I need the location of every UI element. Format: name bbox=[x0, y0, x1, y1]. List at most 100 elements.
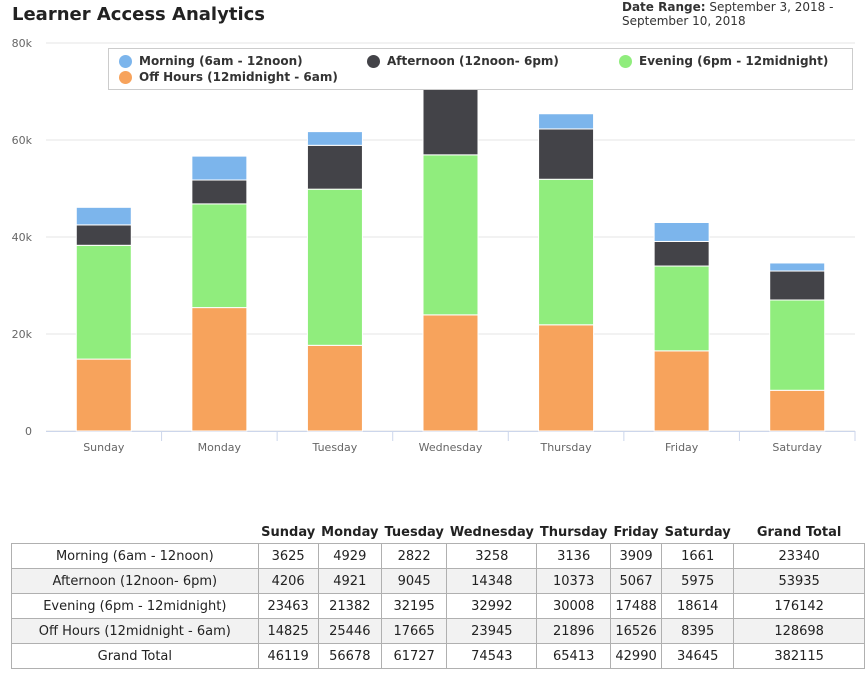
table-row: Evening (6pm - 12midnight) 23463 21382 3219… bbox=[11, 593, 865, 619]
legend-label-afternoon: Afternoon (12noon- 6pm) bbox=[387, 54, 559, 68]
x-tick-label: Sunday bbox=[83, 441, 125, 454]
table-row: Afternoon (12noon- 6pm) 4206 4921 9045 14348… bbox=[11, 568, 865, 594]
x-tick-label: Saturday bbox=[772, 441, 822, 454]
bar-segment-off-hours bbox=[769, 389, 826, 432]
table-cell: 61727 bbox=[380, 643, 448, 669]
table-row: Morning (6am - 12noon) 3625 4929 2822 3258 31… bbox=[11, 543, 865, 569]
x-tick-label: Friday bbox=[665, 441, 699, 454]
row-label: Evening (6pm - 12midnight) bbox=[11, 593, 259, 619]
bar-segment-afternoon bbox=[422, 84, 479, 156]
table-cell: 2822 bbox=[380, 543, 448, 569]
bar-segment-evening bbox=[191, 203, 248, 309]
x-tick-label: Monday bbox=[198, 441, 242, 454]
bar-segment-morning bbox=[306, 131, 363, 146]
bar-segment-off-hours bbox=[422, 314, 479, 432]
legend-item-off-hours[interactable]: Off Hours (12midnight - 6am) bbox=[119, 70, 338, 84]
bar-segment-evening bbox=[653, 265, 710, 352]
table-header: Grand Total bbox=[756, 524, 842, 540]
table-cell: 53935 bbox=[733, 568, 865, 594]
table-cell: 4206 bbox=[257, 568, 319, 594]
table-cell: 32195 bbox=[380, 593, 448, 619]
bar-segment-off-hours bbox=[191, 307, 248, 432]
legend-item-afternoon[interactable]: Afternoon (12noon- 6pm) bbox=[367, 54, 559, 68]
table-cell: 42990 bbox=[610, 643, 663, 669]
row-label: Afternoon (12noon- 6pm) bbox=[11, 568, 259, 594]
bar-segment-evening bbox=[422, 154, 479, 316]
table-cell: 4921 bbox=[317, 568, 382, 594]
bar-segment-morning bbox=[653, 221, 710, 242]
table-header-corner bbox=[12, 521, 259, 544]
x-tick-label: Wednesday bbox=[419, 441, 483, 454]
bar-segment-evening bbox=[306, 188, 363, 346]
bar-segment-afternoon bbox=[75, 224, 132, 246]
table-cell: 17488 bbox=[610, 593, 663, 619]
table-header: Friday bbox=[613, 524, 659, 540]
bar-segment-morning bbox=[538, 113, 595, 130]
table-cell: 9045 bbox=[380, 568, 448, 594]
table-cell: 176142 bbox=[733, 593, 865, 619]
table-cell: 3625 bbox=[257, 543, 319, 569]
table-header: Sunday bbox=[261, 524, 316, 540]
legend-swatch-evening bbox=[619, 54, 632, 68]
table-row: Grand Total 46119 56678 61727 74543 65413 4299… bbox=[11, 643, 865, 669]
table-cell: 3136 bbox=[536, 543, 612, 569]
bar-segment-off-hours bbox=[306, 344, 363, 432]
bar-segment-off-hours bbox=[538, 324, 595, 432]
table-cell: 56678 bbox=[317, 643, 382, 669]
data-table: Sunday Monday Tuesday Wednesday Thursday… bbox=[11, 521, 865, 669]
bar-segment-afternoon bbox=[191, 179, 248, 205]
bar-segment-afternoon bbox=[306, 144, 363, 190]
table-cell: 23340 bbox=[733, 543, 865, 569]
table-header: Tuesday bbox=[384, 524, 444, 540]
legend-swatch-off-hours bbox=[119, 70, 132, 84]
table-header: Monday bbox=[321, 524, 379, 540]
bar-segment-afternoon bbox=[769, 270, 826, 301]
y-tick-label: 60k bbox=[12, 134, 33, 147]
table-cell: 16526 bbox=[610, 618, 663, 644]
y-tick-label: 0 bbox=[25, 425, 32, 438]
table-cell: 34645 bbox=[661, 643, 735, 669]
row-label: Off Hours (12midnight - 6am) bbox=[11, 618, 259, 644]
legend-item-morning[interactable]: Morning (6am - 12noon) bbox=[119, 54, 303, 68]
table-cell: 21382 bbox=[317, 593, 382, 619]
x-tick-label: Tuesday bbox=[312, 441, 358, 454]
table-row: Off Hours (12midnight - 6am) 14825 25446 17… bbox=[11, 618, 865, 644]
table-cell: 1661 bbox=[661, 543, 735, 569]
y-tick-label: 20k bbox=[12, 328, 33, 341]
bar-segment-off-hours bbox=[75, 358, 132, 432]
table-cell: 5975 bbox=[661, 568, 735, 594]
y-tick-label: 40k bbox=[12, 231, 33, 244]
legend-swatch-morning bbox=[119, 54, 132, 68]
bar-segment-evening bbox=[75, 244, 132, 360]
table-header: Saturday bbox=[664, 524, 731, 540]
legend-swatch-afternoon bbox=[367, 54, 380, 68]
table-header: Wednesday bbox=[449, 524, 534, 540]
table-cell: 8395 bbox=[661, 618, 735, 644]
table-cell: 128698 bbox=[733, 618, 865, 644]
bar-segment-evening bbox=[538, 178, 595, 326]
table-cell: 3909 bbox=[610, 543, 663, 569]
table-cell: 23463 bbox=[257, 593, 319, 619]
table-cell: 382115 bbox=[733, 643, 865, 669]
table-cell: 14348 bbox=[446, 568, 538, 594]
table-header-row: Sunday Monday Tuesday Wednesday Thursday… bbox=[12, 521, 865, 544]
legend-label-morning: Morning (6am - 12noon) bbox=[139, 54, 303, 68]
table-cell: 74543 bbox=[446, 643, 538, 669]
table-cell: 25446 bbox=[317, 618, 382, 644]
bar-segment-morning bbox=[191, 155, 248, 181]
y-tick-label: 80k bbox=[12, 37, 33, 50]
table-cell: 4929 bbox=[317, 543, 382, 569]
table-cell: 18614 bbox=[661, 593, 735, 619]
table-cell: 14825 bbox=[257, 618, 319, 644]
table-cell: 17665 bbox=[380, 618, 448, 644]
bar-segment-off-hours bbox=[653, 350, 710, 432]
bar-segment-evening bbox=[769, 299, 826, 391]
table-cell: 21896 bbox=[536, 618, 612, 644]
table-header: Thursday bbox=[539, 524, 608, 540]
chart-legend: Morning (6am - 12noon) Afternoon (12noon… bbox=[108, 48, 853, 90]
bar-segment-afternoon bbox=[538, 128, 595, 180]
table-cell: 32992 bbox=[446, 593, 538, 619]
legend-item-evening[interactable]: Evening (6pm - 12midnight) bbox=[619, 54, 828, 68]
bar-segment-afternoon bbox=[653, 240, 710, 267]
table-cell: 5067 bbox=[610, 568, 663, 594]
